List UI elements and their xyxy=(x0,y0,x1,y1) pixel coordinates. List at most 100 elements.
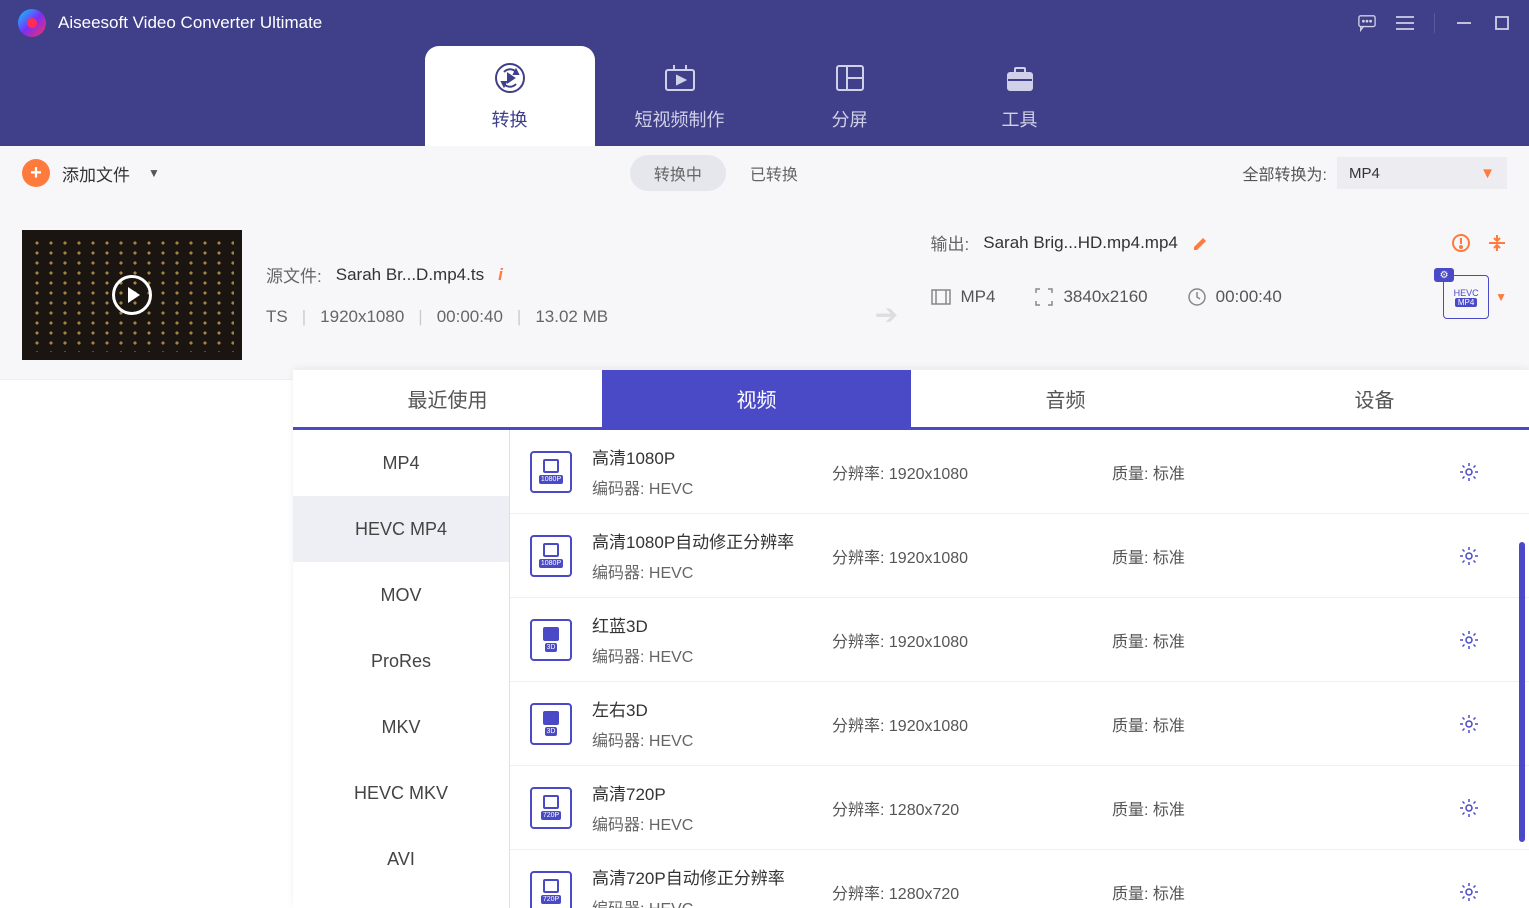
preset-resolution: 分辨率: 1920x1080 xyxy=(832,628,1092,652)
chevron-down-icon: ▼ xyxy=(1495,290,1507,304)
preset-resolution: 分辨率: 1280x720 xyxy=(832,880,1092,904)
source-info: 源文件: Sarah Br...D.mp4.ts i TS | 1920x108… xyxy=(266,230,843,359)
add-file-button[interactable]: + 添加文件 ▼ xyxy=(22,159,160,187)
preset-encoder: 编码器: HEVC xyxy=(592,475,812,499)
dd-tab-device[interactable]: 设备 xyxy=(1220,370,1529,427)
sidebar-format-item[interactable]: MKV xyxy=(293,694,509,760)
app-logo-wrap: Aiseesoft Video Converter Ultimate xyxy=(18,9,322,37)
split-icon xyxy=(832,60,868,96)
preset-quality: 质量: 标准 xyxy=(1112,880,1292,904)
status-converted[interactable]: 已转换 xyxy=(750,161,798,185)
preset-option[interactable]: 3D 红蓝3D 编码器: HEVC 分辨率: 1920x1080 质量: 标准 xyxy=(510,598,1529,682)
sidebar-format-item[interactable]: MOV xyxy=(293,562,509,628)
feedback-icon[interactable] xyxy=(1358,14,1376,32)
add-file-label: 添加文件 xyxy=(62,161,130,186)
info-icon[interactable]: i xyxy=(498,265,503,285)
file-row: 源文件: Sarah Br...D.mp4.ts i TS | 1920x108… xyxy=(0,200,1529,380)
minimize-icon[interactable] xyxy=(1455,14,1473,32)
source-duration: 00:00:40 xyxy=(437,307,503,327)
source-format: TS xyxy=(266,307,288,327)
gear-icon[interactable] xyxy=(1459,882,1479,902)
format-value: MP4 xyxy=(1349,165,1380,182)
warning-icon[interactable] xyxy=(1451,233,1471,253)
menu-icon[interactable] xyxy=(1396,14,1414,32)
clock-icon xyxy=(1188,288,1206,306)
compress-icon[interactable] xyxy=(1487,233,1507,253)
nav-tab-convert[interactable]: 转换 xyxy=(425,46,595,146)
dropdown-tabs: 最近使用 视频 音频 设备 xyxy=(293,370,1529,430)
gear-icon: ⚙ xyxy=(1434,268,1454,282)
sidebar-format-item[interactable]: ProRes xyxy=(293,628,509,694)
video-thumbnail[interactable] xyxy=(22,230,242,360)
preset-icon: 1080P xyxy=(530,451,572,493)
format-sidebar: MP4HEVC MP4MOVProResMKVHEVC MKVAVI xyxy=(293,430,510,908)
toolbar: + 添加文件 ▼ 转换中 已转换 全部转换为: MP4 ▼ xyxy=(0,146,1529,200)
nav-tab-split[interactable]: 分屏 xyxy=(765,46,935,146)
chevron-down-icon: ▼ xyxy=(148,166,160,180)
preset-option[interactable]: 720P 高清720P 编码器: HEVC 分辨率: 1280x720 质量: … xyxy=(510,766,1529,850)
titlebar-controls xyxy=(1358,13,1511,33)
preset-title: 高清720P xyxy=(592,780,812,805)
output-label: 输出: xyxy=(931,230,970,255)
chevron-down-icon: ▼ xyxy=(1480,165,1495,182)
sidebar-format-item[interactable]: MP4 xyxy=(293,430,509,496)
preset-encoder: 编码器: HEVC xyxy=(592,727,812,751)
nav-label-tools: 工具 xyxy=(1002,106,1038,132)
status-converting[interactable]: 转换中 xyxy=(630,155,726,191)
sidebar-format-item[interactable]: AVI xyxy=(293,826,509,892)
preset-quality: 质量: 标准 xyxy=(1112,712,1292,736)
preset-quality: 质量: 标准 xyxy=(1112,796,1292,820)
nav-tab-tools[interactable]: 工具 xyxy=(935,46,1105,146)
nav-label-convert: 转换 xyxy=(492,106,528,132)
main-nav: 转换 短视频制作 分屏 工具 xyxy=(0,46,1529,146)
preset-encoder: 编码器: HEVC xyxy=(592,895,812,908)
status-tabs: 转换中 已转换 xyxy=(630,155,798,191)
format-dropdown: 最近使用 视频 音频 设备 MP4HEVC MP4MOVProResMKVHEV… xyxy=(293,370,1529,908)
scrollbar[interactable] xyxy=(1519,542,1525,842)
format-select[interactable]: MP4 ▼ xyxy=(1337,157,1507,189)
source-filename: Sarah Br...D.mp4.ts xyxy=(336,265,484,285)
dropdown-body: MP4HEVC MP4MOVProResMKVHEVC MKVAVI 1080P… xyxy=(293,430,1529,908)
app-title: Aiseesoft Video Converter Ultimate xyxy=(58,13,322,33)
arrow-icon: ➔ xyxy=(867,270,907,359)
output-resolution: 3840x2160 xyxy=(1063,287,1147,307)
preset-resolution: 分辨率: 1920x1080 xyxy=(832,460,1092,484)
preset-quality: 质量: 标准 xyxy=(1112,460,1292,484)
preset-title: 高清1080P自动修正分辨率 xyxy=(592,528,812,553)
sidebar-format-item[interactable]: HEVC MKV xyxy=(293,760,509,826)
gear-icon[interactable] xyxy=(1459,714,1479,734)
badge-container: MP4 xyxy=(1455,298,1477,307)
sidebar-format-item[interactable]: HEVC MP4 xyxy=(293,496,509,562)
preset-option[interactable]: 720P 高清720P自动修正分辨率 编码器: HEVC 分辨率: 1280x7… xyxy=(510,850,1529,908)
preset-icon: 1080P xyxy=(530,535,572,577)
output-info: 输出: Sarah Brig...HD.mp4.mp4 MP4 xyxy=(931,230,1508,359)
preset-resolution: 分辨率: 1280x720 xyxy=(832,796,1092,820)
nav-tab-shortvideo[interactable]: 短视频制作 xyxy=(595,46,765,146)
preset-title: 左右3D xyxy=(592,696,812,721)
preset-option[interactable]: 1080P 高清1080P自动修正分辨率 编码器: HEVC 分辨率: 1920… xyxy=(510,514,1529,598)
gear-icon[interactable] xyxy=(1459,546,1479,566)
dd-tab-video[interactable]: 视频 xyxy=(602,370,911,427)
maximize-icon[interactable] xyxy=(1493,14,1511,32)
titlebar-separator xyxy=(1434,13,1435,33)
preset-icon: 720P xyxy=(530,787,572,829)
source-size: 13.02 MB xyxy=(535,307,608,327)
output-format: MP4 xyxy=(961,287,996,307)
dd-tab-audio[interactable]: 音频 xyxy=(911,370,1220,427)
source-label: 源文件: xyxy=(266,262,322,287)
dd-tab-recent[interactable]: 最近使用 xyxy=(293,370,602,427)
preset-option[interactable]: 1080P 高清1080P 编码器: HEVC 分辨率: 1920x1080 质… xyxy=(510,430,1529,514)
output-format-badge[interactable]: ⚙ HEVC MP4 xyxy=(1443,275,1489,319)
gear-icon[interactable] xyxy=(1459,630,1479,650)
gear-icon[interactable] xyxy=(1459,462,1479,482)
tools-icon xyxy=(1002,60,1038,96)
preset-option[interactable]: 3D 左右3D 编码器: HEVC 分辨率: 1920x1080 质量: 标准 xyxy=(510,682,1529,766)
preset-quality: 质量: 标准 xyxy=(1112,628,1292,652)
edit-icon[interactable] xyxy=(1192,234,1210,252)
preset-resolution: 分辨率: 1920x1080 xyxy=(832,544,1092,568)
preset-resolution: 分辨率: 1920x1080 xyxy=(832,712,1092,736)
preset-encoder: 编码器: HEVC xyxy=(592,643,812,667)
gear-icon[interactable] xyxy=(1459,798,1479,818)
source-resolution: 1920x1080 xyxy=(320,307,404,327)
preset-encoder: 编码器: HEVC xyxy=(592,559,812,583)
